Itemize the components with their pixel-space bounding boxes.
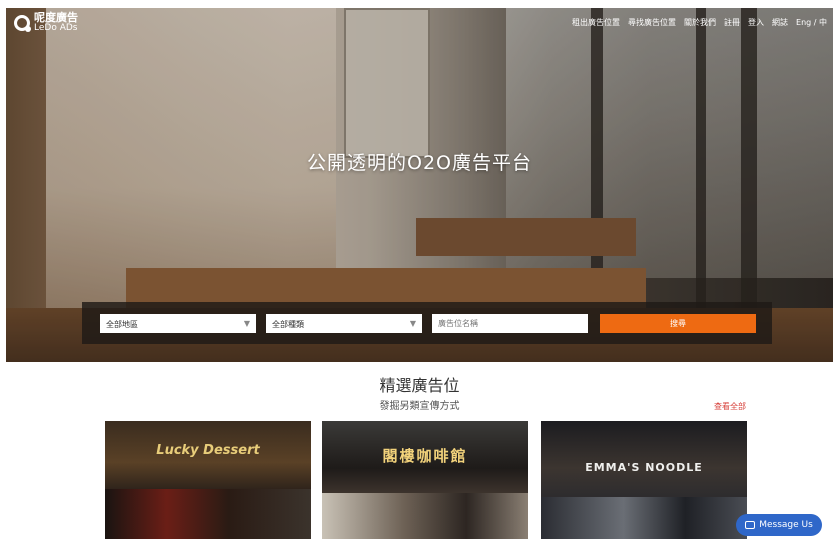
nav-about[interactable]: 關於我們: [684, 17, 716, 28]
shopfront: [105, 489, 311, 539]
top-nav: 租出廣告位置 尋找廣告位置 關於我們 註冊 登入 網誌 Eng / 中: [572, 17, 827, 28]
dropdown-arrow-icon: ▼: [243, 319, 250, 328]
logo-pin-icon: [14, 15, 31, 32]
shopfront: [541, 497, 747, 539]
card-photo: Lucky Dessert: [105, 421, 311, 539]
hero-banner: 呢度廣告 LeDo ADs 租出廣告位置 尋找廣告位置 關於我們 註冊 登入 網…: [6, 8, 833, 362]
card-photo: 閣樓咖啡館: [322, 421, 528, 539]
shopfront: [322, 493, 528, 539]
featured-title: 精選廣告位: [379, 376, 460, 395]
featured-subtitle: 發掘另類宣傳方式: [379, 401, 460, 412]
shop-sign: EMMA'S NOODLE: [585, 461, 703, 474]
category-select-value: 全部種類: [272, 320, 304, 329]
nav-register[interactable]: 註冊: [724, 17, 740, 28]
brand-name-cn: 呢度廣告: [34, 11, 78, 24]
message-us-button[interactable]: Message Us: [736, 514, 822, 536]
featured-card[interactable]: EMMA'S NOODLE: [541, 421, 747, 549]
search-button[interactable]: 搜尋: [600, 314, 756, 333]
district-select-value: 全部地區: [106, 320, 138, 329]
message-us-label: Message Us: [759, 520, 813, 530]
page: 呢度廣告 LeDo ADs 租出廣告位置 尋找廣告位置 關於我們 註冊 登入 網…: [6, 8, 833, 549]
card-photo: EMMA'S NOODLE: [541, 421, 747, 539]
nav-login[interactable]: 登入: [748, 17, 764, 28]
brand-name-en: LeDo ADs: [34, 23, 78, 33]
shop-sign: 閣樓咖啡館: [382, 447, 468, 465]
featured-card[interactable]: 閣樓咖啡館: [322, 421, 528, 549]
brand-logo[interactable]: 呢度廣告 LeDo ADs: [14, 12, 78, 34]
ad-name-input[interactable]: [432, 314, 588, 333]
nav-rent-out[interactable]: 租出廣告位置: [572, 17, 620, 28]
search-bar: 全部地區 ▼ 全部種類 ▼ 搜尋: [82, 302, 772, 344]
featured-card[interactable]: Lucky Dessert: [105, 421, 311, 549]
hero-title: 公開透明的O2O廣告平台: [307, 152, 532, 174]
chat-bubble-icon: [745, 521, 756, 529]
nav-blog[interactable]: 網誌: [772, 17, 788, 28]
category-select[interactable]: 全部種類 ▼: [266, 314, 422, 333]
dropdown-arrow-icon: ▼: [409, 319, 416, 328]
nav-find[interactable]: 尋找廣告位置: [628, 17, 676, 28]
nav-language[interactable]: Eng / 中: [796, 17, 827, 28]
district-select[interactable]: 全部地區 ▼: [100, 314, 256, 333]
shop-sign: Lucky Dessert: [156, 443, 260, 458]
view-all-link[interactable]: 查看全部: [714, 401, 746, 412]
